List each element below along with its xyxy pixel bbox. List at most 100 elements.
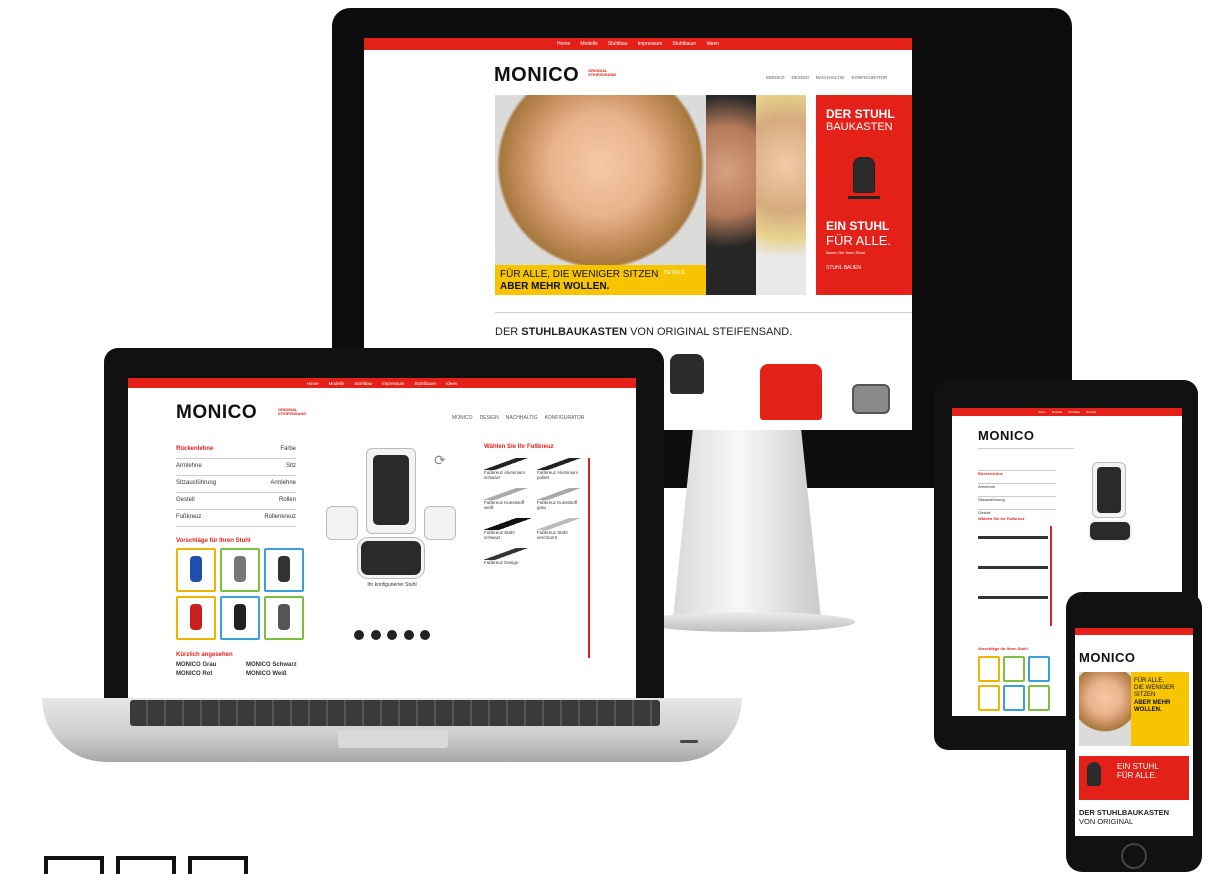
logo-tagline: ORIGINAL STEIFENSAND	[588, 68, 617, 78]
filter-row[interactable]: Armlehne	[978, 475, 1056, 489]
section-headline: DER STUHLBAUKASTEN VON ORIGINAL STEIFENS…	[495, 326, 793, 338]
nav-ideen[interactable]: Ideen	[707, 41, 720, 47]
logo-tagline: ORIGINAL STEIFENSAND	[278, 407, 307, 417]
laptop-keyboard	[130, 700, 660, 726]
option-card[interactable]: Fußkreuz Stahl verchromt	[537, 518, 584, 540]
nav-impressum[interactable]: Impressum	[382, 381, 404, 386]
chair-armrest-left[interactable]	[326, 506, 358, 540]
option-card[interactable]: Fußkreuz Aluminium poliert	[537, 458, 584, 480]
hero-caption: FÜR ALLE, DIE WENIGER SITZEN ABER MEHR W…	[1131, 672, 1189, 746]
options-scrollbar[interactable]	[588, 458, 590, 658]
suggestion-thumb[interactable]	[1028, 685, 1050, 711]
nav-stuhlbau[interactable]: Stuhlbau	[1068, 410, 1080, 414]
header-link-konfigurator[interactable]: KONFIGURATOR	[851, 75, 887, 80]
suggestion-thumb[interactable]	[978, 656, 1000, 682]
option-card[interactable]: Fußkreuz Aluminium schwarz	[484, 458, 531, 480]
options-scrollbar[interactable]	[1050, 526, 1052, 626]
nav-stuhlbauer[interactable]: Stuhlbauer	[672, 41, 696, 47]
suggestion-thumb[interactable]	[220, 596, 260, 640]
header-links: MONICO DESIGN NACHHALTIG KONFIGURATOR	[766, 75, 887, 80]
suggestion-thumb[interactable]	[220, 548, 260, 592]
laptop-indicator	[680, 740, 698, 743]
recent-list: MONICO Grau MONICO Schwarz MONICO Rot MO…	[176, 662, 306, 677]
top-nav-bar	[1075, 628, 1193, 635]
header-link-nachhaltig[interactable]: NACHHALTIG	[816, 75, 845, 80]
nav-stuhlbau[interactable]: Stuhlbau	[608, 41, 628, 47]
suggestion-thumb[interactable]	[264, 596, 304, 640]
option-card[interactable]: Fußkreuz Design	[484, 548, 531, 565]
filter-row[interactable]: Gestell Rollen	[176, 497, 296, 510]
header-link-design[interactable]: DESIGN	[480, 415, 499, 421]
recent-item[interactable]: MONICO Grau	[176, 662, 236, 668]
nav-stuhlbauer[interactable]: Stuhlbauer	[414, 381, 436, 386]
option-card[interactable]: Fußkreuz Stahl schwarz	[484, 518, 531, 540]
chair-image	[670, 354, 704, 394]
filter-panel: Rückenlehne Armlehne Sitzausführung Gest…	[978, 462, 1056, 515]
suggestion-thumb[interactable]	[176, 596, 216, 640]
chair-backrest[interactable]	[1092, 462, 1126, 518]
phone-home-button[interactable]	[1121, 843, 1147, 869]
brand-mark	[44, 856, 254, 874]
hero-details-button[interactable]: DETAILS	[664, 270, 684, 276]
options-list[interactable]	[978, 526, 1048, 622]
site-logo[interactable]: MONICO	[494, 64, 579, 87]
chair-image	[1087, 762, 1101, 786]
header-link-design[interactable]: DESIGN	[792, 75, 809, 80]
header-link-konfigurator[interactable]: KONFIGURATOR	[545, 415, 585, 421]
filter-row[interactable]: Gestell	[978, 501, 1056, 515]
suggestion-thumb[interactable]	[1003, 656, 1025, 682]
rotate-icon[interactable]: ⟳	[434, 452, 446, 469]
nav-modelle[interactable]: Modelle	[580, 41, 598, 47]
divider	[495, 312, 912, 313]
nav-modelle[interactable]: Modelle	[1052, 410, 1063, 414]
chair-caption: Ihr konfigurierter Stuhl	[367, 582, 417, 588]
chair-seat[interactable]	[358, 538, 424, 578]
promo-button[interactable]: STUHL BAUEN	[826, 265, 902, 271]
hero-photo-woman-2	[756, 95, 806, 295]
nav-ideen[interactable]: Ideen	[446, 381, 457, 386]
filter-row[interactable]: Fußkreuz Rollenkreuz	[176, 514, 296, 527]
nav-impressum[interactable]: Impressum	[638, 41, 663, 47]
suggestion-thumb[interactable]	[978, 685, 1000, 711]
suggestion-grid	[978, 656, 1050, 711]
chair-armrest-right[interactable]	[424, 506, 456, 540]
site-logo[interactable]: MONICO	[978, 428, 1034, 443]
nav-home[interactable]: Home	[557, 41, 570, 47]
option-card[interactable]: Fußkreuz Kunststoff grau	[537, 488, 584, 510]
recent-item[interactable]: MONICO Schwarz	[246, 662, 306, 668]
nav-kontakt[interactable]: Kontakt	[1086, 410, 1096, 414]
suggestion-thumb[interactable]	[1028, 656, 1050, 682]
header-link-monico[interactable]: MONICO	[766, 75, 785, 80]
site-logo[interactable]: MONICO	[1079, 650, 1135, 665]
nav-home[interactable]: Home	[1038, 410, 1046, 414]
top-nav-bar: Home Modelle Stuhlbau Impressum Stuhlbau…	[128, 378, 636, 388]
chair-backrest[interactable]	[366, 448, 416, 534]
header-link-nachhaltig[interactable]: NACHHALTIG	[506, 415, 538, 421]
filter-row[interactable]: Rückenlehne Farbe	[176, 446, 296, 459]
chair-image	[760, 364, 822, 420]
suggestions-heading: Vorschläge für Ihren Stuhl	[176, 538, 251, 544]
nav-stuhlbau[interactable]: Stuhlbau	[354, 381, 372, 386]
divider	[978, 448, 1074, 449]
chair-image	[853, 157, 875, 193]
options-heading: Wählen Sie Ihr Fußkreuz	[978, 516, 1025, 521]
filter-row[interactable]: Rückenlehne	[978, 462, 1056, 476]
chair-seat[interactable]	[1088, 520, 1132, 542]
suggestion-thumb[interactable]	[264, 548, 304, 592]
recent-item[interactable]: MONICO Rot	[176, 671, 236, 677]
suggestion-thumb[interactable]	[176, 548, 216, 592]
recent-item[interactable]: MONICO Weiß	[246, 671, 306, 677]
suggestions-heading: Vorschläge für Ihren Stuhl	[978, 646, 1028, 651]
recent-heading: Kürzlich angesehen	[176, 652, 233, 658]
site-logo[interactable]: MONICO	[176, 402, 257, 424]
suggestion-thumb[interactable]	[1003, 685, 1025, 711]
filter-row[interactable]: Sitzausführung	[978, 488, 1056, 502]
promo-card: DER STUHL BAUKASTEN EIN STUHL FÜR ALLE. …	[816, 95, 912, 295]
nav-modelle[interactable]: Modelle	[329, 381, 345, 386]
filter-row[interactable]: Sitzausführung Armlehne	[176, 480, 296, 493]
monitor-stand-base	[640, 612, 855, 632]
header-link-monico[interactable]: MONICO	[452, 415, 473, 421]
filter-row[interactable]: Armlehne Sitz	[176, 463, 296, 476]
nav-home[interactable]: Home	[307, 381, 319, 386]
option-card[interactable]: Fußkreuz Kunststoff weiß	[484, 488, 531, 510]
